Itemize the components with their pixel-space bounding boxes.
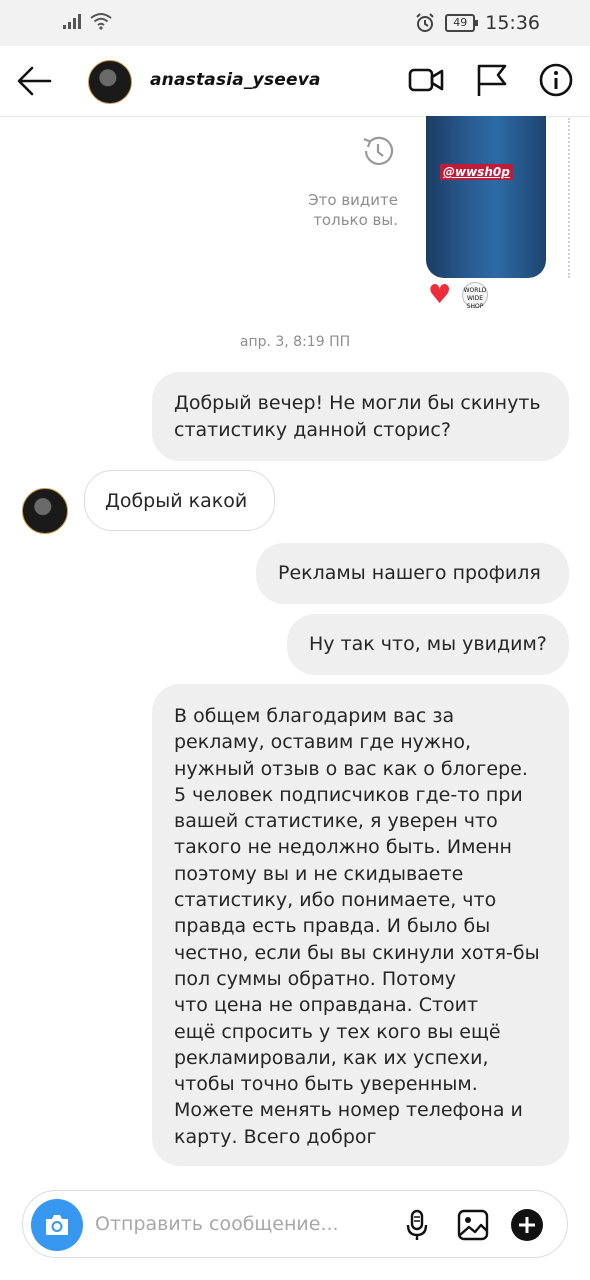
- battery-indicator: 49: [445, 14, 479, 32]
- status-bar: 49 15:36: [0, 0, 590, 46]
- chat-username[interactable]: anastasia_yseeva: [150, 70, 321, 90]
- signal-wifi-group: [62, 12, 112, 30]
- heart-icon[interactable]: ♥: [428, 282, 451, 308]
- sender-avatar[interactable]: [22, 488, 68, 534]
- history-icon: [363, 136, 394, 165]
- info-icon[interactable]: [538, 62, 574, 98]
- story-preview[interactable]: @wwsh0p: [426, 116, 546, 278]
- message-outgoing[interactable]: Ну так что, мы увидим?: [287, 614, 569, 675]
- message-composer[interactable]: Отправить сообщение...: [22, 1190, 568, 1258]
- message-outgoing[interactable]: В общем благодарим вас за рекламу, остав…: [152, 684, 569, 1166]
- wifi-icon: [90, 13, 112, 30]
- chat-header: anastasia_yseeva: [0, 46, 590, 117]
- story-divider: [568, 118, 570, 278]
- flag-icon[interactable]: [474, 62, 510, 98]
- message-input[interactable]: Отправить сообщение...: [95, 1213, 339, 1235]
- gallery-icon[interactable]: [455, 1207, 491, 1243]
- timestamp: апр. 3, 8:19 ПП: [239, 334, 351, 350]
- story-mention-tag: @wwsh0p: [440, 164, 513, 180]
- status-right: 49 15:36: [415, 12, 540, 34]
- sticker-avatar[interactable]: WORLD WIDE SHOP: [462, 282, 488, 310]
- message-incoming[interactable]: Добрый какой: [84, 470, 275, 531]
- clock: 15:36: [485, 12, 540, 34]
- camera-button[interactable]: [31, 1199, 83, 1251]
- microphone-icon[interactable]: [399, 1207, 435, 1243]
- back-arrow-icon[interactable]: [16, 64, 52, 98]
- avatar[interactable]: [88, 60, 132, 104]
- camera-icon: [46, 1215, 68, 1235]
- signal-icon: [63, 14, 81, 29]
- message-outgoing[interactable]: Добрый вечер! Не могли бы скинуть статис…: [152, 372, 569, 461]
- only-you-note: Это видите только вы.: [308, 191, 398, 229]
- message-outgoing[interactable]: Рекламы нашего профиля: [256, 543, 569, 604]
- alarm-icon: [416, 13, 434, 32]
- video-call-icon[interactable]: [408, 62, 444, 98]
- plus-icon[interactable]: [509, 1207, 545, 1243]
